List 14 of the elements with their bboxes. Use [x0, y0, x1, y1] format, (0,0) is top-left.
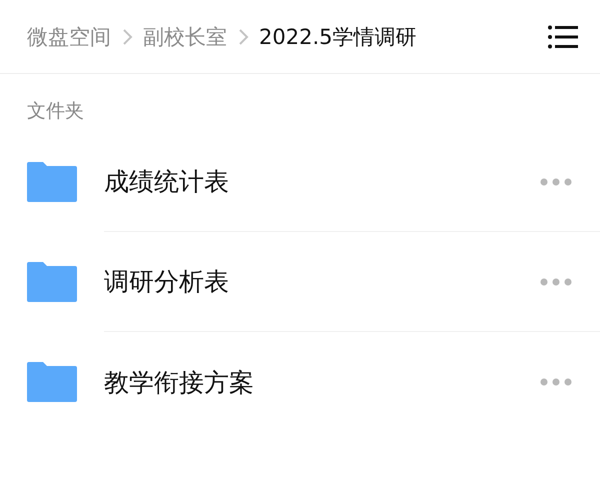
- folder-icon: [27, 262, 77, 302]
- chevron-icon: [237, 28, 249, 46]
- section-label: 文件夹: [26, 99, 85, 124]
- more-icon[interactable]: [540, 276, 572, 286]
- more-icon[interactable]: [540, 176, 572, 186]
- breadcrumb-item[interactable]: 2022.5学情调研: [259, 22, 416, 50]
- folder-name[interactable]: 教学衔接方案: [104, 366, 540, 398]
- more-icon[interactable]: [540, 377, 572, 387]
- folder-icon: [27, 162, 77, 202]
- folder-name[interactable]: 调研分析表: [104, 265, 540, 298]
- folder-icon: [27, 362, 77, 402]
- chevron-icon: [121, 28, 133, 46]
- menu-icon[interactable]: [548, 24, 578, 48]
- folder-name[interactable]: 成绩统计表: [104, 165, 540, 198]
